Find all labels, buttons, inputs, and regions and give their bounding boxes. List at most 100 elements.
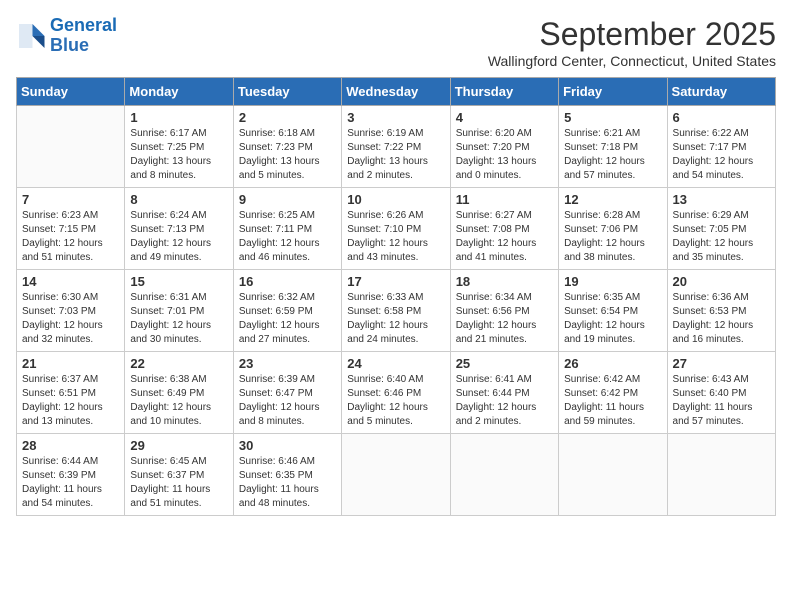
day-number: 9 bbox=[239, 192, 336, 207]
logo: General Blue bbox=[16, 16, 117, 56]
day-info: Sunrise: 6:38 AMSunset: 6:49 PMDaylight:… bbox=[130, 373, 227, 429]
month-title: September 2025 bbox=[488, 16, 776, 53]
logo-icon bbox=[16, 21, 46, 51]
calendar-week-row: 21 Sunrise: 6:37 AMSunset: 6:51 PMDayligh… bbox=[17, 352, 776, 434]
calendar-cell bbox=[342, 434, 450, 516]
day-number: 16 bbox=[239, 274, 336, 289]
calendar-cell: 5 Sunrise: 6:21 AMSunset: 7:18 PMDaylight… bbox=[559, 106, 667, 188]
day-number: 28 bbox=[22, 438, 119, 453]
day-number: 24 bbox=[347, 356, 444, 371]
day-info: Sunrise: 6:19 AMSunset: 7:22 PMDaylight:… bbox=[347, 127, 444, 183]
day-number: 5 bbox=[564, 110, 661, 125]
day-info: Sunrise: 6:31 AMSunset: 7:01 PMDaylight:… bbox=[130, 291, 227, 347]
calendar-cell bbox=[559, 434, 667, 516]
day-number: 7 bbox=[22, 192, 119, 207]
day-number: 21 bbox=[22, 356, 119, 371]
day-of-week-header: Monday bbox=[125, 78, 233, 106]
calendar-week-row: 1Sunrise: 6:17 AMSunset: 7:25 PMDaylight… bbox=[17, 106, 776, 188]
day-info: Sunrise: 6:23 AMSunset: 7:15 PMDaylight:… bbox=[22, 209, 119, 265]
calendar-cell: 28 Sunrise: 6:44 AMSunset: 6:39 PMDayligh… bbox=[17, 434, 125, 516]
logo-line2: Blue bbox=[50, 35, 89, 55]
calendar-cell: 11 Sunrise: 6:27 AMSunset: 7:08 PMDayligh… bbox=[450, 188, 558, 270]
calendar-cell: 9 Sunrise: 6:25 AMSunset: 7:11 PMDaylight… bbox=[233, 188, 341, 270]
calendar-cell: 16 Sunrise: 6:32 AMSunset: 6:59 PMDayligh… bbox=[233, 270, 341, 352]
day-info: Sunrise: 6:34 AMSunset: 6:56 PMDaylight:… bbox=[456, 291, 553, 347]
day-info: Sunrise: 6:44 AMSunset: 6:39 PMDaylight:… bbox=[22, 455, 119, 511]
day-info: Sunrise: 6:28 AMSunset: 7:06 PMDaylight:… bbox=[564, 209, 661, 265]
calendar-cell: 15 Sunrise: 6:31 AMSunset: 7:01 PMDayligh… bbox=[125, 270, 233, 352]
calendar-cell: 6 Sunrise: 6:22 AMSunset: 7:17 PMDaylight… bbox=[667, 106, 775, 188]
day-info: Sunrise: 6:39 AMSunset: 6:47 PMDaylight:… bbox=[239, 373, 336, 429]
calendar-cell bbox=[667, 434, 775, 516]
day-info: Sunrise: 6:17 AMSunset: 7:25 PMDaylight:… bbox=[130, 127, 227, 183]
calendar-cell: 8Sunrise: 6:24 AMSunset: 7:13 PMDaylight… bbox=[125, 188, 233, 270]
calendar-cell: 26Sunrise: 6:42 AMSunset: 6:42 PMDayligh… bbox=[559, 352, 667, 434]
calendar-cell: 3 Sunrise: 6:19 AMSunset: 7:22 PMDaylight… bbox=[342, 106, 450, 188]
calendar-cell: 27 Sunrise: 6:43 AMSunset: 6:40 PMDayligh… bbox=[667, 352, 775, 434]
day-of-week-header: Saturday bbox=[667, 78, 775, 106]
day-number: 19 bbox=[564, 274, 661, 289]
day-number: 22 bbox=[130, 356, 227, 371]
day-number: 20 bbox=[673, 274, 770, 289]
day-info: Sunrise: 6:41 AMSunset: 6:44 PMDaylight:… bbox=[456, 373, 553, 429]
day-info: Sunrise: 6:43 AMSunset: 6:40 PMDaylight:… bbox=[673, 373, 770, 429]
calendar-cell: 20Sunrise: 6:36 AMSunset: 6:53 PMDayligh… bbox=[667, 270, 775, 352]
calendar-cell: 17 Sunrise: 6:33 AMSunset: 6:58 PMDayligh… bbox=[342, 270, 450, 352]
day-info: Sunrise: 6:27 AMSunset: 7:08 PMDaylight:… bbox=[456, 209, 553, 265]
calendar-cell: 25Sunrise: 6:41 AMSunset: 6:44 PMDayligh… bbox=[450, 352, 558, 434]
calendar-week-row: 14 Sunrise: 6:30 AMSunset: 7:03 PMDayligh… bbox=[17, 270, 776, 352]
calendar-week-row: 28 Sunrise: 6:44 AMSunset: 6:39 PMDayligh… bbox=[17, 434, 776, 516]
day-info: Sunrise: 6:42 AMSunset: 6:42 PMDaylight:… bbox=[564, 373, 661, 429]
day-info: Sunrise: 6:20 AMSunset: 7:20 PMDaylight:… bbox=[456, 127, 553, 183]
day-info: Sunrise: 6:18 AMSunset: 7:23 PMDaylight:… bbox=[239, 127, 336, 183]
day-number: 11 bbox=[456, 192, 553, 207]
day-info: Sunrise: 6:37 AMSunset: 6:51 PMDaylight:… bbox=[22, 373, 119, 429]
day-number: 10 bbox=[347, 192, 444, 207]
page-header: General Blue September 2025 Wallingford … bbox=[16, 16, 776, 69]
day-number: 14 bbox=[22, 274, 119, 289]
calendar-cell: 12Sunrise: 6:28 AMSunset: 7:06 PMDayligh… bbox=[559, 188, 667, 270]
day-info: Sunrise: 6:40 AMSunset: 6:46 PMDaylight:… bbox=[347, 373, 444, 429]
calendar-cell: 13 Sunrise: 6:29 AMSunset: 7:05 PMDayligh… bbox=[667, 188, 775, 270]
day-number: 23 bbox=[239, 356, 336, 371]
calendar-cell: 2 Sunrise: 6:18 AMSunset: 7:23 PMDaylight… bbox=[233, 106, 341, 188]
location: Wallingford Center, Connecticut, United … bbox=[488, 53, 776, 69]
day-of-week-header: Wednesday bbox=[342, 78, 450, 106]
day-info: Sunrise: 6:21 AMSunset: 7:18 PMDaylight:… bbox=[564, 127, 661, 183]
day-number: 6 bbox=[673, 110, 770, 125]
day-info: Sunrise: 6:30 AMSunset: 7:03 PMDaylight:… bbox=[22, 291, 119, 347]
calendar-cell: 18 Sunrise: 6:34 AMSunset: 6:56 PMDayligh… bbox=[450, 270, 558, 352]
day-number: 4 bbox=[456, 110, 553, 125]
calendar-cell: 23 Sunrise: 6:39 AMSunset: 6:47 PMDayligh… bbox=[233, 352, 341, 434]
day-number: 17 bbox=[347, 274, 444, 289]
day-of-week-header: Thursday bbox=[450, 78, 558, 106]
day-number: 15 bbox=[130, 274, 227, 289]
day-number: 27 bbox=[673, 356, 770, 371]
day-number: 18 bbox=[456, 274, 553, 289]
calendar-cell: 22 Sunrise: 6:38 AMSunset: 6:49 PMDayligh… bbox=[125, 352, 233, 434]
day-number: 2 bbox=[239, 110, 336, 125]
day-of-week-header: Sunday bbox=[17, 78, 125, 106]
day-info: Sunrise: 6:25 AMSunset: 7:11 PMDaylight:… bbox=[239, 209, 336, 265]
title-block: September 2025 Wallingford Center, Conne… bbox=[488, 16, 776, 69]
day-of-week-header: Friday bbox=[559, 78, 667, 106]
logo-line1: General bbox=[50, 15, 117, 35]
day-info: Sunrise: 6:32 AMSunset: 6:59 PMDaylight:… bbox=[239, 291, 336, 347]
calendar-cell: 10 Sunrise: 6:26 AMSunset: 7:10 PMDayligh… bbox=[342, 188, 450, 270]
day-info: Sunrise: 6:45 AMSunset: 6:37 PMDaylight:… bbox=[130, 455, 227, 511]
calendar-cell: 29 Sunrise: 6:45 AMSunset: 6:37 PMDayligh… bbox=[125, 434, 233, 516]
calendar-cell: 14 Sunrise: 6:30 AMSunset: 7:03 PMDayligh… bbox=[17, 270, 125, 352]
day-number: 3 bbox=[347, 110, 444, 125]
day-number: 29 bbox=[130, 438, 227, 453]
day-info: Sunrise: 6:33 AMSunset: 6:58 PMDaylight:… bbox=[347, 291, 444, 347]
logo-text: General Blue bbox=[50, 16, 117, 56]
calendar-cell bbox=[450, 434, 558, 516]
day-info: Sunrise: 6:22 AMSunset: 7:17 PMDaylight:… bbox=[673, 127, 770, 183]
day-number: 13 bbox=[673, 192, 770, 207]
calendar-cell bbox=[17, 106, 125, 188]
day-info: Sunrise: 6:26 AMSunset: 7:10 PMDaylight:… bbox=[347, 209, 444, 265]
day-info: Sunrise: 6:24 AMSunset: 7:13 PMDaylight:… bbox=[130, 209, 227, 265]
day-info: Sunrise: 6:35 AMSunset: 6:54 PMDaylight:… bbox=[564, 291, 661, 347]
day-info: Sunrise: 6:29 AMSunset: 7:05 PMDaylight:… bbox=[673, 209, 770, 265]
calendar-cell: 7 Sunrise: 6:23 AMSunset: 7:15 PMDaylight… bbox=[17, 188, 125, 270]
